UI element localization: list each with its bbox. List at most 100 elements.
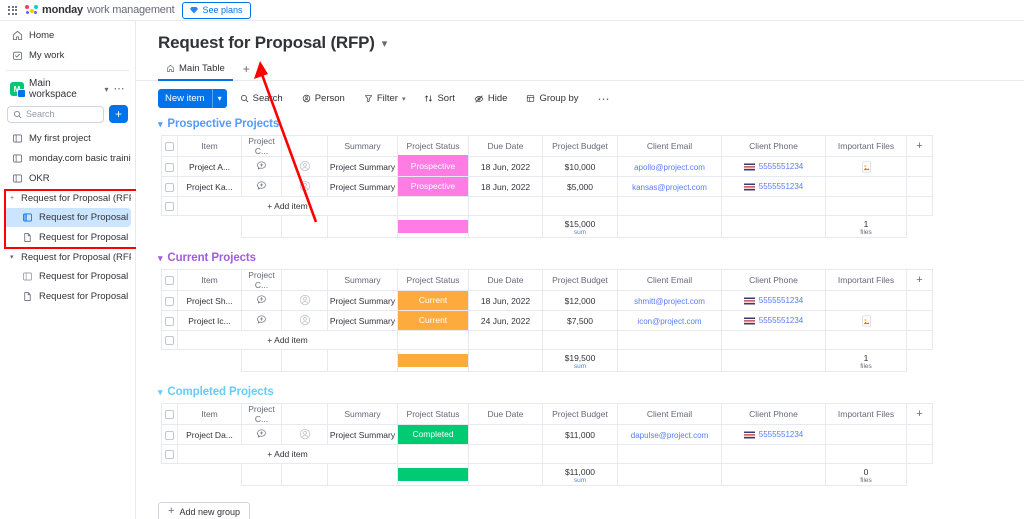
column-header-client-email[interactable]: Client Email [617,269,722,291]
column-header-client-phone[interactable]: Client Phone [721,403,826,425]
column-header-client-phone[interactable]: Client Phone [721,269,826,291]
column-header-summary[interactable]: Summary [327,269,398,291]
sidebar-doc-rfp-doc-2[interactable]: Request for Proposal (RF... [4,287,131,306]
email-link[interactable]: apollo@project.com [634,163,705,172]
group-by-button[interactable]: Group by [520,89,584,108]
checkbox[interactable] [165,430,174,440]
cell-status[interactable]: Prospective [397,156,469,177]
phone-number[interactable]: 5555551234 [759,162,804,171]
column-header-project-status[interactable]: Project Status [397,135,469,157]
toolbar-more-button[interactable]: ⋯ [592,89,617,108]
column-header-item[interactable]: Item [177,269,242,291]
sidebar-item-my-work[interactable]: My work [4,46,131,65]
column-header-project-budget[interactable]: Project Budget [542,269,618,291]
person-filter-button[interactable]: Person [296,89,351,108]
email-link[interactable]: icon@project.com [637,317,701,326]
add-column-button[interactable]: + [906,135,933,157]
checkbox[interactable] [165,336,174,346]
email-link[interactable]: shmitt@project.com [634,297,705,306]
table-row[interactable]: Project Ka... Project Summary Prospectiv… [156,176,933,197]
waffle-grid-icon[interactable] [8,5,17,15]
add-tab-button[interactable]: + [237,60,256,81]
column-header-project-budget[interactable]: Project Budget [542,135,618,157]
cell-status[interactable]: Current [397,310,469,331]
column-header-important-files[interactable]: Important Files [825,269,907,291]
cell-summary[interactable]: Project Summary [327,290,398,311]
cell-due-date[interactable]: 18 Jun, 2022 [468,156,543,177]
cell-person[interactable] [281,156,328,177]
cell-conversation[interactable] [241,310,282,331]
chevron-down-icon[interactable]: ▾ [158,387,163,398]
column-header-item[interactable]: Item [177,135,242,157]
row-checkbox[interactable] [161,196,178,216]
add-column-button[interactable]: + [906,269,933,291]
column-header-summary[interactable]: Summary [327,403,398,425]
cell-files[interactable] [825,310,907,331]
chevron-down-icon[interactable]: ▾ [158,119,163,130]
column-header-client-email[interactable]: Client Email [617,403,722,425]
table-row[interactable]: Project Sh... Project Summary Current 18… [156,290,933,311]
column-header-item[interactable]: Item [177,403,242,425]
phone-number[interactable]: 5555551234 [759,182,804,191]
sidebar-board-monday-basic-training[interactable]: monday.com basic training [4,149,131,168]
row-checkbox[interactable] [161,290,178,311]
cell-phone[interactable]: 5555551234 [721,424,826,445]
cell-item[interactable]: Project A... [177,156,242,177]
column-header-due-date[interactable]: Due Date [468,135,543,157]
cell-status[interactable]: Prospective [397,176,469,197]
cell-status[interactable]: Completed [397,424,469,445]
collapse-folder-icon[interactable]: ▾ [10,253,17,261]
cell-budget[interactable]: $10,000 [542,156,618,177]
sidebar-item-home[interactable]: Home [4,26,131,45]
chevron-down-icon[interactable]: ▾ [402,95,406,103]
phone-number[interactable]: 5555551234 [759,296,804,305]
email-link[interactable]: kansas@project.com [632,183,707,192]
column-header-person[interactable] [281,135,328,157]
column-header-project-budget[interactable]: Project Budget [542,403,618,425]
search-box[interactable] [7,105,104,123]
cell-budget[interactable]: $5,000 [542,176,618,197]
sidebar-folder-rfp-2[interactable]: ▾ Request for Proposal (RFP) [4,248,131,266]
add-item-row[interactable]: + Add item [156,196,933,216]
cell-email[interactable]: apollo@project.com [617,156,722,177]
add-board-button[interactable]: + [109,105,128,123]
cell-files[interactable] [825,290,907,311]
add-item-button[interactable]: + Add item [177,330,398,350]
column-header-person[interactable] [281,403,328,425]
table-row[interactable]: Project Ic... Project Summary Current 24… [156,310,933,331]
hide-columns-button[interactable]: Hide [468,89,514,108]
phone-number[interactable]: 5555551234 [759,316,804,325]
cell-due-date[interactable]: 18 Jun, 2022 [468,176,543,197]
column-header-project-conversation[interactable]: Project C... [241,135,282,157]
cell-conversation[interactable] [241,176,282,197]
column-header-person[interactable] [281,269,328,291]
column-header-project-conversation[interactable]: Project C... [241,269,282,291]
cell-person[interactable] [281,176,328,197]
search-input[interactable] [26,109,98,119]
cell-item[interactable]: Project Ic... [177,310,242,331]
checkbox[interactable] [165,276,174,286]
checkbox[interactable] [165,410,174,420]
chevron-down-icon[interactable]: ▾ [213,94,227,103]
cell-budget[interactable]: $12,000 [542,290,618,311]
cell-due-date[interactable] [468,424,543,445]
cell-summary[interactable]: Project Summary [327,176,398,197]
checkbox[interactable] [165,450,174,460]
see-plans-button[interactable]: See plans [182,1,251,19]
cell-phone[interactable]: 5555551234 [721,156,826,177]
expand-folder-icon[interactable]: + [10,195,17,202]
select-all-checkbox-header[interactable] [161,269,178,291]
filter-button[interactable]: Filter ▾ [358,89,412,108]
column-header-project-status[interactable]: Project Status [397,403,469,425]
group-title[interactable]: ▾ Prospective Projects [158,118,1024,130]
checkbox[interactable] [165,296,174,306]
sidebar-board-rfp-board-1[interactable]: Request for Proposal (RF... [4,208,131,227]
add-item-row[interactable]: + Add item [156,444,933,464]
cell-email[interactable]: dapulse@project.com [617,424,722,445]
add-item-button[interactable]: + Add item [177,444,398,464]
group-title[interactable]: ▾ Completed Projects [158,386,1024,398]
cell-person[interactable] [281,290,328,311]
cell-budget[interactable]: $11,000 [542,424,618,445]
sidebar-doc-rfp-doc-1[interactable]: Request for Proposal (RF... [4,228,131,247]
cell-summary[interactable]: Project Summary [327,424,398,445]
